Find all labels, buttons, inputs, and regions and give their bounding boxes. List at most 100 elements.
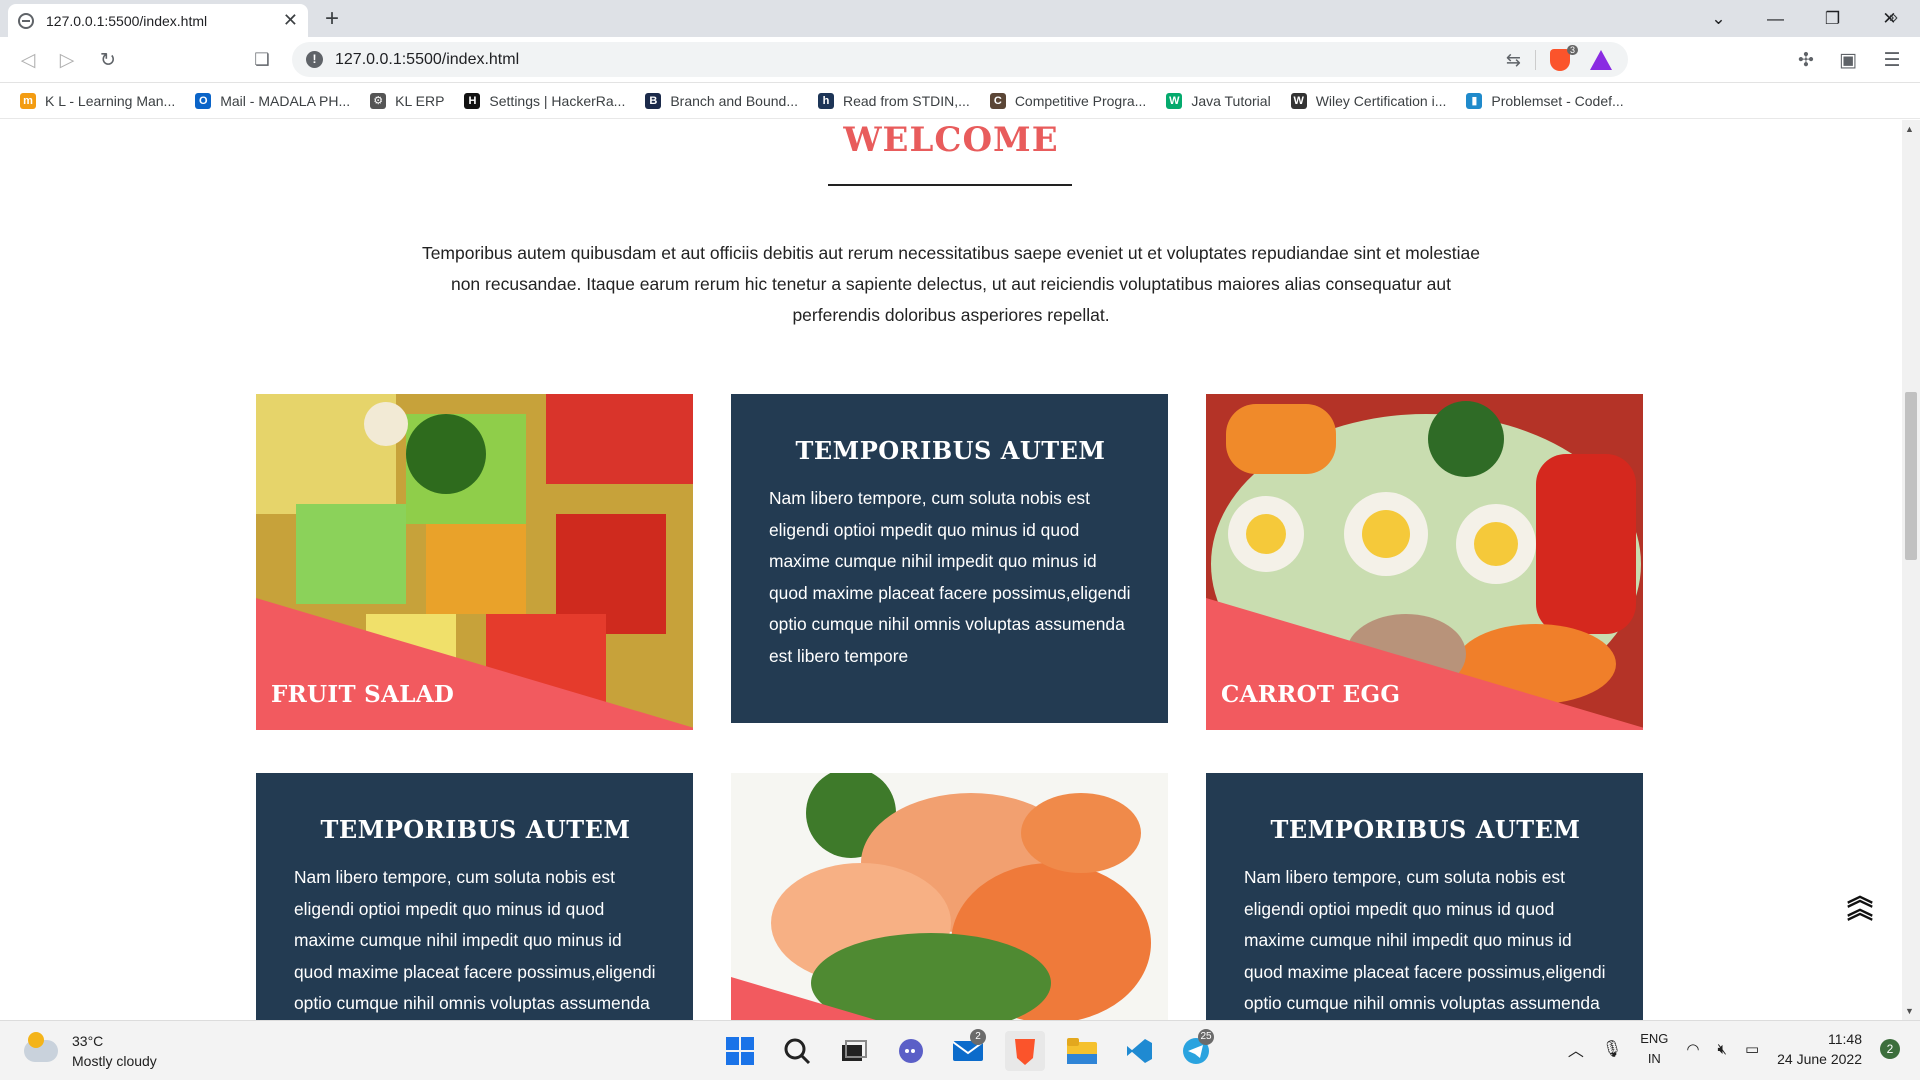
wiley-icon: W	[1290, 92, 1307, 109]
brave-browser-icon[interactable]	[1005, 1031, 1045, 1071]
language-code: ENG	[1640, 1031, 1669, 1046]
bookmark-item[interactable]: ⚙ KL ERP	[370, 92, 445, 109]
welcome-heading: WELCOME	[843, 120, 1059, 160]
card-heading: TEMPORIBUS AUTEM	[795, 436, 1106, 465]
bookmark-label: Competitive Progra...	[1014, 92, 1147, 109]
language-indicator[interactable]: ENG IN	[1640, 1029, 1668, 1069]
wallet-icon[interactable]: ▣	[1834, 46, 1862, 74]
menu-icon[interactable]: ☰	[1878, 46, 1906, 74]
bookmark-item[interactable]: O Mail - MADALA PH...	[195, 92, 351, 109]
tab-title: 127.0.0.1:5500/index.html	[46, 12, 208, 29]
task-view-icon[interactable]	[834, 1031, 874, 1071]
vscode-icon[interactable]	[1119, 1031, 1159, 1071]
carrot-egg-card[interactable]: CARROT EGG	[1206, 394, 1643, 730]
translate-icon[interactable]: ⇆	[1506, 50, 1521, 71]
address-bar[interactable]: ! 127.0.0.1:5500/index.html ⇆ 3	[292, 42, 1628, 77]
shrimp-salad-card[interactable]	[731, 773, 1168, 1020]
reload-icon[interactable]: ↻	[94, 46, 122, 74]
minimize-button[interactable]: —	[1747, 0, 1804, 37]
hackerrank-icon: H	[464, 92, 481, 109]
mail-badge: 2	[970, 1029, 986, 1045]
scrollbar-track[interactable]	[1902, 120, 1920, 1020]
clock-date: 24 June 2022	[1777, 1051, 1862, 1067]
brave-shield-badge: 3	[1566, 45, 1578, 55]
browser-tab[interactable]: 127.0.0.1:5500/index.html ✕	[8, 4, 308, 37]
gfg-icon: B	[645, 92, 662, 109]
search-icon[interactable]	[777, 1031, 817, 1071]
card-heading: TEMPORIBUS AUTEM	[320, 815, 631, 844]
bookmark-label: KL ERP	[395, 92, 445, 109]
w3-icon: W	[1166, 92, 1183, 109]
new-tab-button[interactable]: +	[318, 5, 346, 33]
forward-icon[interactable]: ▷	[53, 46, 81, 74]
bookmark-item[interactable]: m K L - Learning Man...	[20, 92, 176, 109]
bookmark-item[interactable]: W Wiley Certification i...	[1290, 92, 1447, 109]
outlook-icon: O	[195, 92, 212, 109]
start-icon[interactable]	[720, 1031, 760, 1071]
bookmark-item[interactable]: ▮ Problemset - Codef...	[1466, 92, 1624, 109]
weather-condition: Mostly cloudy	[72, 1053, 157, 1069]
bookmark-label: Problemset - Codef...	[1491, 92, 1624, 109]
close-tab-icon[interactable]: ✕	[283, 10, 298, 31]
fruit-salad-card[interactable]: FRUIT SALAD	[256, 394, 693, 730]
globe-icon	[18, 12, 34, 29]
show-hidden-icons[interactable]: ︿	[1568, 1037, 1584, 1061]
bookmark-label: Branch and Bound...	[670, 92, 798, 109]
weather-widget[interactable]: 33°C Mostly cloudy	[24, 1031, 157, 1071]
microphone-icon[interactable]: 🎙︎	[1602, 1039, 1622, 1059]
bookmark-label: K L - Learning Man...	[45, 92, 176, 109]
temperature: 33°C	[72, 1033, 104, 1049]
bookmark-item[interactable]: C Competitive Progra...	[989, 92, 1147, 109]
intro-paragraph: Temporibus autem quibusdam et aut offici…	[421, 243, 1481, 325]
weather-cloud-icon	[24, 1032, 58, 1062]
bookmark-item[interactable]: B Branch and Bound...	[645, 92, 798, 109]
card-heading: TEMPORIBUS AUTEM	[1270, 815, 1581, 844]
taskbar: 33°C Mostly cloudy 2 25 ︿ 🎙︎ ENG IN ◠ 🔇︎…	[0, 1020, 1920, 1080]
teams-chat-icon[interactable]	[891, 1031, 931, 1071]
bookmark-item[interactable]: h Read from STDIN,...	[818, 92, 970, 109]
tab-strip: 127.0.0.1:5500/index.html ✕ + ⌄ — ❐ ✕	[0, 0, 1920, 37]
mail-icon[interactable]: 2	[948, 1029, 988, 1071]
battery-icon[interactable]: ▭	[1745, 1040, 1759, 1058]
bookmarks-overflow-icon[interactable]: »	[1889, 9, 1898, 27]
tab-search-icon[interactable]: ⌄	[1690, 0, 1747, 37]
restore-button[interactable]: ❐	[1804, 0, 1861, 37]
heading-underline	[828, 184, 1072, 186]
info-card: TEMPORIBUS AUTEM Nam libero tempore, cum…	[731, 394, 1168, 723]
shrimp-salad-image	[731, 773, 1168, 1020]
codeforces-icon: ▮	[1466, 92, 1483, 109]
gear-icon: ⚙	[370, 92, 387, 109]
page-content: WELCOME Temporibus autem quibusdam et au…	[0, 120, 1902, 1020]
notification-badge[interactable]: 2	[1880, 1039, 1900, 1059]
back-icon[interactable]: ◁	[14, 46, 42, 74]
scroll-to-top-icon[interactable]: ︽ ︽	[1840, 883, 1880, 922]
bookmark-icon[interactable]: ❏	[248, 46, 276, 74]
file-explorer-icon[interactable]	[1062, 1031, 1102, 1071]
brave-rewards-icon[interactable]	[1590, 50, 1612, 70]
scroll-down-icon[interactable]: ▼	[1905, 1006, 1914, 1016]
kl-icon: m	[20, 92, 36, 109]
bookmark-label: Wiley Certification i...	[1315, 92, 1447, 109]
bookmark-item[interactable]: H Settings | HackerRa...	[464, 92, 625, 109]
scroll-up-icon[interactable]: ▲	[1905, 124, 1914, 134]
bookmark-item[interactable]: W Java Tutorial	[1166, 92, 1271, 109]
clock[interactable]: 11:48 24 June 2022	[1777, 1029, 1862, 1069]
h-icon: h	[818, 92, 834, 109]
bookmark-label: Mail - MADALA PH...	[220, 92, 351, 109]
info-card: TEMPORIBUS AUTEM Nam libero tempore, cum…	[256, 773, 693, 1020]
fruit-salad-label: FRUIT SALAD	[271, 681, 455, 708]
telegram-icon[interactable]: 25	[1176, 1029, 1216, 1071]
extensions-icon[interactable]: ✣	[1792, 46, 1820, 74]
wifi-icon[interactable]: ◠	[1686, 1040, 1699, 1058]
not-secure-icon[interactable]: !	[306, 51, 323, 68]
url-text: 127.0.0.1:5500/index.html	[335, 50, 520, 68]
info-card: TEMPORIBUS AUTEM Nam libero tempore, cum…	[1206, 773, 1643, 1020]
clock-time: 11:48	[1828, 1031, 1862, 1047]
speaker-muted-icon[interactable]: 🔇︎	[1718, 1041, 1727, 1058]
bookmarks-bar: m K L - Learning Man... O Mail - MADALA PH.…	[0, 83, 1920, 119]
divider	[1535, 50, 1536, 70]
brave-shield-icon[interactable]: 3	[1550, 45, 1578, 71]
region-code: IN	[1647, 1051, 1661, 1066]
scrollbar-thumb[interactable]	[1905, 392, 1917, 560]
cc-icon: C	[989, 92, 1006, 109]
